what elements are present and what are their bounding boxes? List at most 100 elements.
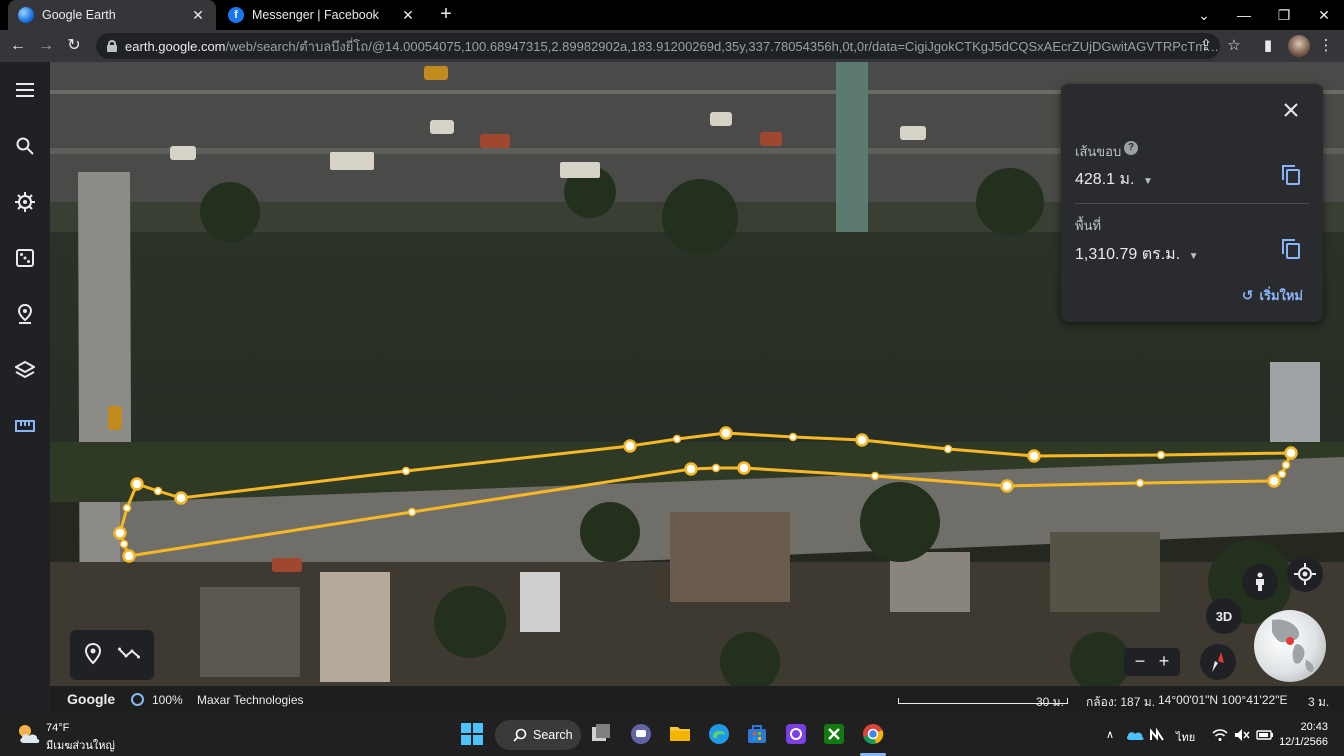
path-draw-icon[interactable]: [118, 645, 142, 665]
tab-google-earth[interactable]: Google Earth ✕: [8, 0, 216, 30]
tab-title: Messenger | Facebook: [252, 8, 379, 22]
search-icon: [513, 728, 527, 742]
forward-arrow-icon[interactable]: →: [36, 36, 56, 56]
weather-cloud-icon[interactable]: [16, 723, 42, 747]
area-value[interactable]: 1,310.79 ตร.ม. ▼: [1075, 242, 1199, 267]
help-icon[interactable]: ?: [1124, 141, 1138, 155]
globe-minimap[interactable]: [1254, 610, 1326, 682]
close-measure-icon[interactable]: [1281, 100, 1301, 120]
perimeter-value[interactable]: 428.1 ม. ▼: [1075, 167, 1153, 192]
maximize-icon[interactable]: ❐: [1274, 5, 1294, 25]
close-window-icon[interactable]: ✕: [1314, 5, 1334, 25]
measurement-outline: [118, 431, 1293, 558]
teams-chat-icon[interactable]: [630, 723, 654, 747]
reset-measure-button[interactable]: ↺ เริ่มใหม่: [1242, 285, 1303, 306]
minimize-icon[interactable]: —: [1234, 5, 1254, 25]
share-icon[interactable]: ⇪: [1196, 36, 1216, 56]
zoom-controls: − +: [1124, 648, 1180, 676]
map-style-layers-icon[interactable]: [13, 358, 37, 382]
taskbar-search[interactable]: Search: [495, 720, 581, 750]
windows-taskbar: 74°F มีเมฆส่วนใหญ่ Search ∧ ไทย 20:43 12…: [0, 714, 1344, 756]
show-hidden-icons-icon[interactable]: ∧: [1106, 728, 1122, 742]
place-marker-icon[interactable]: [84, 642, 106, 667]
tab-search-icon[interactable]: ⌄: [1194, 5, 1214, 25]
app-tray-icon[interactable]: [1150, 727, 1166, 742]
undo-reset-icon: ↺: [1241, 287, 1254, 303]
microsoft-store-icon[interactable]: [746, 723, 770, 747]
onedrive-cloud-icon[interactable]: [1126, 728, 1144, 742]
new-tab-button[interactable]: +: [436, 4, 456, 26]
left-rail: [0, 62, 50, 714]
cursor-coordinates: 14°00'01"N 100°41'22"E: [1158, 693, 1288, 707]
google-earth-favicon-icon: [18, 7, 34, 23]
voyager-icon[interactable]: [13, 190, 37, 214]
task-view-icon[interactable]: [590, 723, 614, 747]
weather-temperature[interactable]: 74°F: [46, 722, 69, 734]
copy-perimeter-icon[interactable]: [1281, 164, 1303, 188]
perimeter-value-text: 428.1 ม.: [1075, 171, 1135, 188]
location-marker-icon: [1286, 637, 1294, 645]
close-tab-icon[interactable]: ✕: [400, 7, 416, 24]
weather-description[interactable]: มีเมฆส่วนใหญ่: [46, 736, 115, 754]
area-label: พื้นที่: [1075, 218, 1102, 233]
zoom-in-icon[interactable]: +: [1154, 652, 1174, 672]
file-explorer-icon[interactable]: [669, 723, 693, 747]
search-icon[interactable]: [13, 134, 37, 158]
tab-messenger[interactable]: f Messenger | Facebook ✕: [218, 0, 426, 30]
edge-browser-icon[interactable]: [708, 723, 732, 747]
imagery-opacity[interactable]: 100%: [152, 693, 183, 707]
feeling-lucky-icon[interactable]: [13, 246, 37, 270]
attribution-bar: Google 100% Maxar Technologies 30 ม. กล้…: [50, 686, 1344, 714]
unit-dropdown-caret-icon[interactable]: ▼: [1143, 176, 1153, 187]
bookmark-star-icon[interactable]: ☆: [1224, 36, 1244, 56]
address-bar[interactable]: earth.google.com /web/search/ตำบลบึงยี่โ…: [96, 33, 1220, 59]
area-value-text: 1,310.79 ตร.ม.: [1075, 246, 1181, 263]
zoom-out-icon[interactable]: −: [1130, 652, 1150, 672]
url-path: /web/search/ตำบลบึงยี่โถ/@14.00054075,10…: [225, 38, 1221, 54]
lock-icon[interactable]: [106, 40, 118, 52]
browser-tab-bar: Google Earth ✕ f Messenger | Facebook ✕ …: [0, 0, 1344, 30]
perimeter-label: เส้นขอบ: [1075, 144, 1122, 159]
measurement-vertices[interactable]: [113, 426, 1298, 563]
compass-icon[interactable]: [1200, 644, 1236, 680]
menu-icon[interactable]: [13, 78, 37, 102]
taskbar-search-label: Search: [533, 728, 573, 742]
bottom-left-tools: [70, 630, 154, 680]
app-pinned-icon[interactable]: [785, 723, 809, 747]
windows-start-icon[interactable]: [461, 723, 485, 747]
panel-divider: [1075, 203, 1309, 204]
side-panel-icon[interactable]: ▮: [1258, 36, 1278, 56]
clock-date[interactable]: 12/1/2566: [1279, 736, 1328, 748]
imagery-provider[interactable]: Maxar Technologies: [197, 693, 304, 707]
profile-avatar[interactable]: [1288, 35, 1310, 57]
browser-menu-icon[interactable]: ⋮: [1316, 36, 1336, 56]
google-earth-app: เส้นขอบ ? 428.1 ม. ▼ พื้นที่ 1,310.79 ตร…: [0, 62, 1344, 714]
measure-panel: เส้นขอบ ? 428.1 ม. ▼ พื้นที่ 1,310.79 ตร…: [1061, 84, 1323, 322]
measure-ruler-icon[interactable]: [13, 414, 37, 438]
reset-label: เริ่มใหม่: [1259, 288, 1303, 303]
battery-icon[interactable]: [1256, 728, 1273, 742]
scale-label: 30 ม.: [1036, 695, 1064, 709]
copy-area-icon[interactable]: [1281, 238, 1303, 262]
back-arrow-icon[interactable]: ←: [8, 36, 28, 56]
browser-toolbar: ← → ↻ earth.google.com /web/search/ตำบลบ…: [0, 30, 1344, 62]
projects-icon[interactable]: [13, 302, 37, 326]
google-logo: Google: [67, 691, 116, 707]
clock-time[interactable]: 20:43: [1300, 721, 1328, 733]
speaker-muted-icon[interactable]: [1234, 728, 1250, 742]
wifi-icon[interactable]: [1212, 728, 1228, 742]
xbox-icon[interactable]: [823, 723, 847, 747]
camera-altitude: กล้อง: 187 ม.: [1086, 695, 1155, 709]
chrome-icon[interactable]: [862, 723, 886, 747]
street-view-pegman-icon[interactable]: [1242, 564, 1278, 600]
unit-dropdown-caret-icon[interactable]: ▼: [1189, 251, 1199, 262]
view-3d-button[interactable]: 3D: [1206, 598, 1242, 634]
tab-title: Google Earth: [42, 8, 116, 22]
input-language[interactable]: ไทย: [1176, 728, 1195, 746]
facebook-favicon-icon: f: [228, 7, 244, 23]
reload-icon[interactable]: ↻: [64, 36, 84, 56]
my-location-icon[interactable]: [1287, 556, 1323, 592]
opacity-ring-icon[interactable]: [131, 693, 144, 706]
elevation: 3 ม.: [1308, 695, 1330, 709]
close-tab-icon[interactable]: ✕: [190, 7, 206, 24]
